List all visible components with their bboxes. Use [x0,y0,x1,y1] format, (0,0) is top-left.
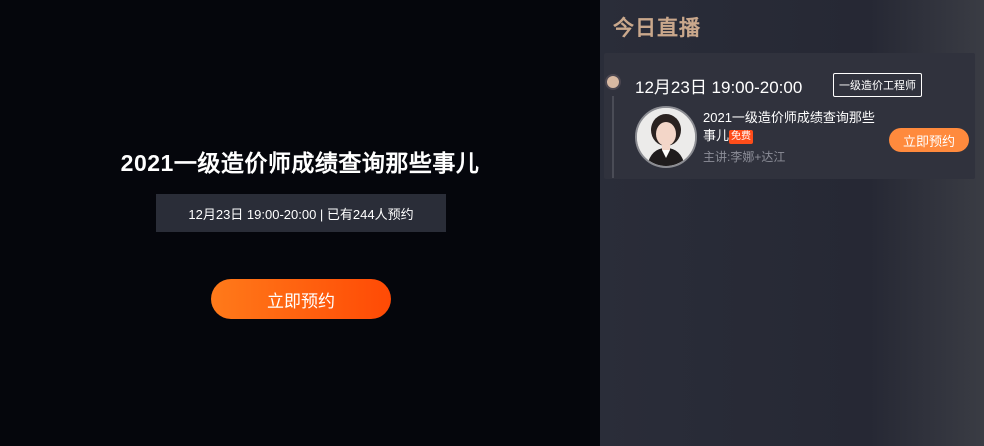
today-live-heading: 今日直播 [613,17,701,40]
live-title[interactable]: 2021一级造价师成绩查询那些事儿 免费 [703,109,883,145]
course-schedule-badge: 12月23日 19:00-20:00 | 已有244人预约 [156,194,446,232]
lecturer-avatar [635,106,697,168]
live-reserve-button[interactable]: 立即预约 [889,128,969,152]
lecturer-portrait-icon [637,108,695,166]
lecturer-name: 主讲:李娜+达江 [703,150,786,164]
course-hero: 2021一级造价师成绩查询那些事儿 12月23日 19:00-20:00 | 已… [0,0,600,446]
free-badge: 免费 [729,129,754,144]
course-title: 2021一级造价师成绩查询那些事儿 [120,150,480,176]
live-time: 12月23日 19:00-20:00 [635,78,803,97]
timeline-dot-icon [607,76,619,88]
today-live-panel: 今日直播 12月23日 19:00-20:00 一级造价工程师 2021一级造价… [600,0,984,446]
timeline-line [612,96,614,178]
category-tag: 一级造价工程师 [833,73,922,97]
reserve-button[interactable]: 立即预约 [211,279,391,319]
